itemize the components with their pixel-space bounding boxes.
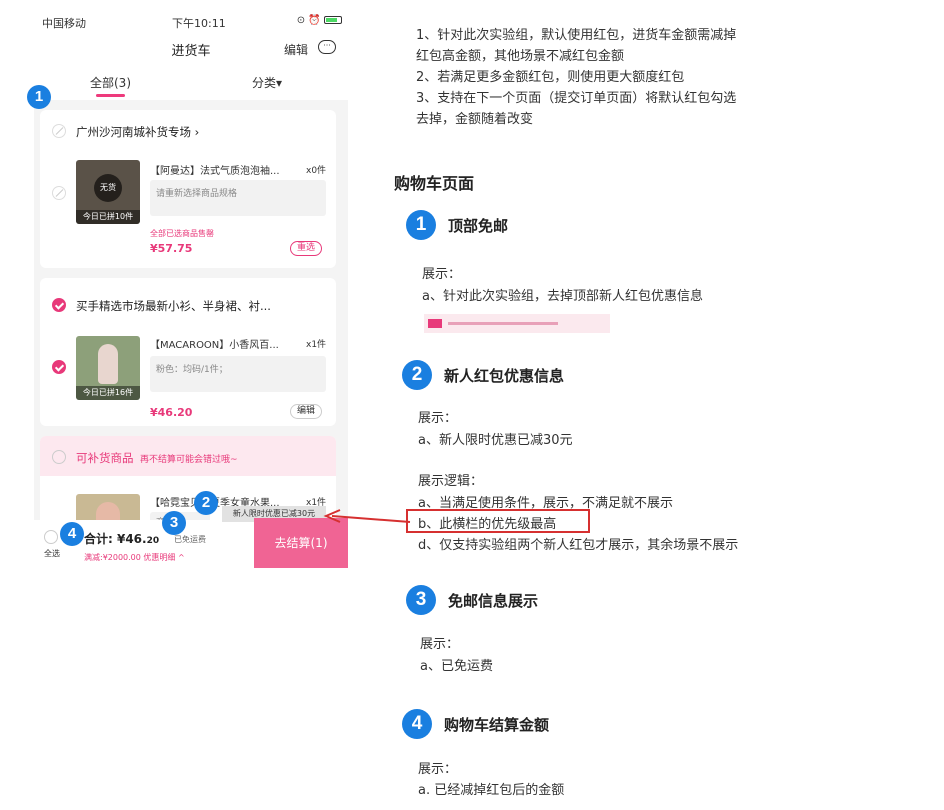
section-text: 展示： bbox=[422, 267, 462, 282]
shop-name[interactable]: 广州沙河南城补货专场 › bbox=[76, 124, 199, 140]
section-title: 购物车结算金额 bbox=[444, 716, 550, 734]
thumb-caption: 今日已拼16件 bbox=[76, 386, 140, 400]
spec-document: 1、针对此次实验组，默认使用红包，进货车金额需减掉 红包高金额，其他场景不减红包… bbox=[394, 0, 934, 810]
product-title[interactable]: 【阿曼达】法式气质泡泡袖... bbox=[150, 162, 280, 177]
product-price: ¥57.75 bbox=[150, 242, 193, 255]
phone-screen: 中国移动 下午10:11 ⊙ ⏰ 进货车 编辑 ··· 全部(3) 分类▾ 广州… bbox=[34, 8, 348, 570]
page: { "phone": { "status": {"carrier": "中国移动… bbox=[0, 0, 944, 810]
model-figure bbox=[98, 344, 118, 384]
section-text: 展示： bbox=[418, 762, 458, 777]
intro-line: 1、针对此次实验组，默认使用红包，进货车金额需减掉 bbox=[416, 28, 737, 43]
section-title: 顶部免邮 bbox=[448, 217, 509, 235]
thumb-caption: 今日已拼10件 bbox=[76, 210, 140, 224]
status-bar: 中国移动 下午10:11 ⊙ ⏰ bbox=[34, 8, 348, 34]
product-thumbnail[interactable]: 无货 今日已拼10件 bbox=[76, 160, 140, 224]
section-text: a、针对此次实验组，去掉顶部新人红包优惠信息 bbox=[422, 289, 703, 304]
banner-tag bbox=[428, 319, 442, 328]
product-title[interactable]: 【MACAROON】小香风百... bbox=[150, 336, 279, 351]
nav-bar: 进货车 编辑 ··· bbox=[34, 34, 348, 66]
callout-badge-1: 1 bbox=[27, 85, 51, 109]
intro-line: 去掉，金额随着改变 bbox=[416, 112, 534, 127]
intro-line: 红包高金额，其他场景不减红包金额 bbox=[416, 49, 625, 64]
sku-selector[interactable]: 请重新选择商品规格 bbox=[150, 180, 326, 216]
battery-icon bbox=[324, 16, 342, 24]
sold-out-overlay: 无货 bbox=[94, 174, 122, 202]
item-checkbox[interactable] bbox=[52, 360, 66, 374]
section-text: a、新人限时优惠已减30元 bbox=[418, 433, 573, 448]
edit-item-button[interactable]: 编辑 bbox=[290, 404, 323, 419]
select-all-label[interactable]: 全选 bbox=[44, 548, 60, 559]
item-checkbox[interactable] bbox=[52, 186, 66, 200]
shop-card: 广州沙河南城补货专场 › 无货 今日已拼10件 【阿曼达】法式气质泡泡袖... … bbox=[40, 110, 336, 268]
time-label: 下午10:11 bbox=[172, 17, 226, 30]
section-text: d、仅支持实验组两个新人红包才展示，其余场景不展示 bbox=[418, 538, 739, 553]
product-price: ¥46.20 bbox=[150, 406, 193, 419]
select-all-checkbox[interactable] bbox=[44, 530, 58, 544]
section-text: 展示： bbox=[420, 637, 460, 652]
tab-all[interactable]: 全部(3) bbox=[90, 74, 131, 97]
restock-title: 可补货商品 bbox=[76, 451, 134, 465]
section-text: a. 已经减掉红包后的金额 bbox=[418, 783, 565, 798]
section-badge-4: 4 bbox=[402, 709, 432, 739]
sku-selector[interactable]: 粉色：均码/1件； bbox=[150, 356, 326, 392]
section-heading: 购物车页面 bbox=[394, 174, 475, 193]
section-title: 免邮信息展示 bbox=[448, 592, 539, 610]
section-title: 新人红包优惠信息 bbox=[444, 367, 565, 385]
product-qty: x1件 bbox=[306, 340, 327, 350]
callout-badge-4: 4 bbox=[60, 522, 84, 546]
section-text: 展示逻辑： bbox=[418, 474, 484, 489]
restock-note: 再不结算可能会错过哦~ bbox=[140, 455, 238, 465]
section-text: a、已免运费 bbox=[420, 659, 493, 674]
section-badge-3: 3 bbox=[406, 585, 436, 615]
callout-badge-3: 3 bbox=[162, 511, 186, 535]
shop-checkbox[interactable] bbox=[52, 450, 66, 464]
banner-preview bbox=[424, 314, 610, 333]
edit-button[interactable]: 编辑 bbox=[284, 41, 308, 58]
shop-checkbox[interactable] bbox=[52, 298, 66, 312]
message-icon[interactable]: ··· bbox=[318, 40, 336, 54]
tab-category[interactable]: 分类▾ bbox=[252, 74, 282, 91]
section-text: 展示： bbox=[418, 411, 458, 426]
product-qty: x0件 bbox=[306, 166, 327, 176]
sold-out-note: 全部已选商品售罄 bbox=[150, 229, 214, 238]
intro-line: 2、若满足更多金额红包，则使用更大额度红包 bbox=[416, 70, 685, 85]
shop-name[interactable]: 买手精选市场最新小衫、半身裙、衬... bbox=[76, 298, 271, 314]
carrier-label: 中国移动 bbox=[42, 17, 86, 30]
shop-checkbox[interactable] bbox=[52, 124, 66, 138]
section-badge-1: 1 bbox=[406, 210, 436, 240]
product-thumbnail[interactable]: 今日已拼16件 bbox=[76, 336, 140, 400]
free-shipping-label: 已免运费 bbox=[174, 535, 206, 544]
discount-detail-link[interactable]: 满减:¥2000.00 优惠明细 ^ bbox=[84, 552, 185, 563]
reselect-button[interactable]: 重选 bbox=[290, 241, 323, 256]
cart-list: 广州沙河南城补货专场 › 无货 今日已拼10件 【阿曼达】法式气质泡泡袖... … bbox=[34, 100, 348, 570]
status-icons: ⊙ ⏰ bbox=[297, 15, 342, 26]
tab-bar: 全部(3) 分类▾ bbox=[34, 66, 348, 102]
section-badge-2: 2 bbox=[402, 360, 432, 390]
total-amount: 合计: ¥46.20 bbox=[84, 532, 160, 546]
banner-text bbox=[448, 322, 558, 325]
callout-badge-2: 2 bbox=[194, 491, 218, 515]
intro-line: 3、支持在下一个页面（提交订单页面）将默认红包勾选 bbox=[416, 91, 737, 106]
shop-card: 买手精选市场最新小衫、半身裙、衬... 今日已拼16件 【MACAROON】小香… bbox=[40, 278, 336, 426]
highlight-box bbox=[406, 509, 590, 533]
